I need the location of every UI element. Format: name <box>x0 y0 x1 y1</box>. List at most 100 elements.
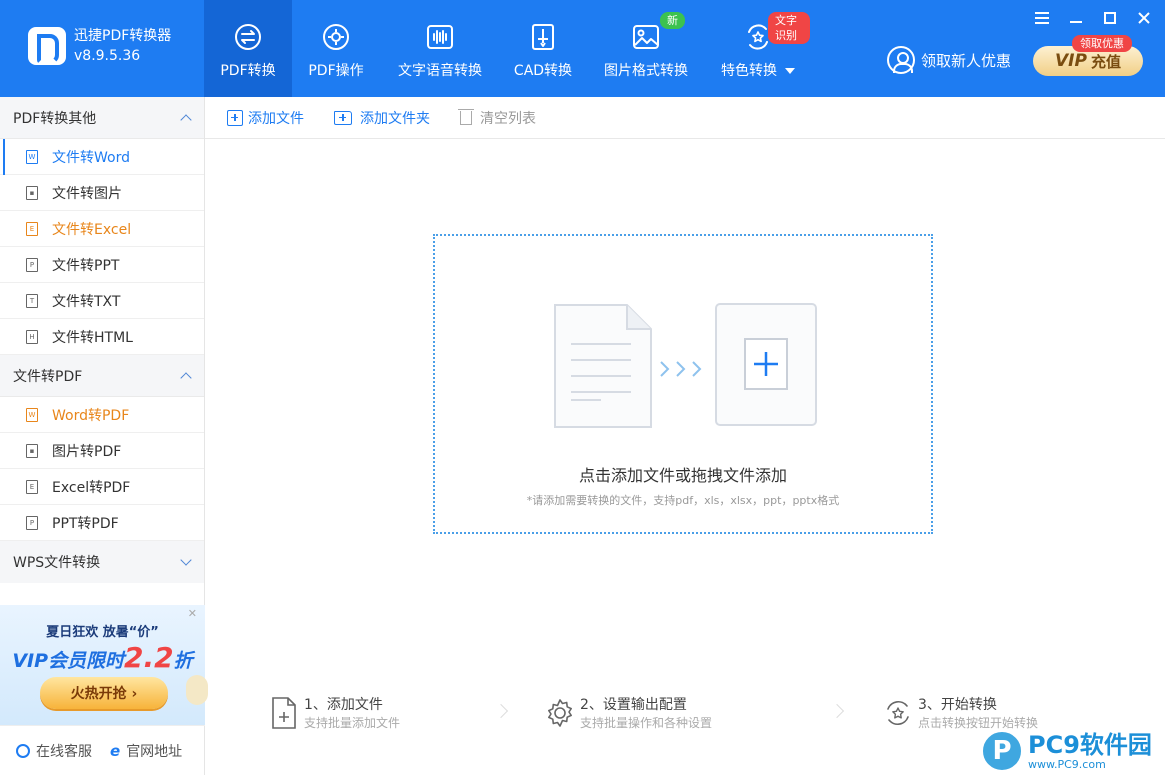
promo-grab-button[interactable]: 火热开抢 › <box>40 677 168 709</box>
online-support-link[interactable]: 在线客服 <box>16 741 92 761</box>
vip-offer-tag: 领取优惠 <box>1072 35 1132 52</box>
swap-arrows-icon <box>233 22 263 52</box>
sidebar-item-file-to-image[interactable]: ▪ 文件转图片 <box>0 175 204 211</box>
image-file-icon: ▪ <box>26 185 38 200</box>
tab-pdf-operation[interactable]: PDF操作 <box>292 0 380 97</box>
support-label: 在线客服 <box>36 743 92 760</box>
app-version: v8.9.5.36 <box>74 48 141 64</box>
sidebar-item-file-to-word[interactable]: W 文件转Word <box>0 139 204 175</box>
user-icon <box>887 46 915 74</box>
vip-recharge-label: 充值 <box>1090 52 1121 71</box>
main-nav: PDF转换 PDF操作 文字语音转换 CAD转换 新 图片格式转换 文字识别 特… <box>204 0 810 97</box>
ocr-badge: 文字识别 <box>768 12 810 44</box>
new-user-label: 领取新人优惠 <box>921 51 1012 70</box>
step-title: 3、开始转换 <box>918 697 997 713</box>
add-file-label: 添加文件 <box>248 110 304 127</box>
section-title: WPS文件转换 <box>13 555 101 571</box>
sidebar-section-pdf-other[interactable]: PDF转换其他 <box>0 97 204 139</box>
pc9-logo-mark: P <box>992 736 1012 766</box>
chevron-up-icon <box>180 371 192 384</box>
app-name: 迅捷PDF转换器 <box>74 28 172 44</box>
clear-list-button[interactable]: 清空列表 <box>458 108 536 128</box>
step-subtitle: 支持批量添加文件 <box>304 716 401 730</box>
title-bar: 迅捷PDF转换器 v8.9.5.36 PDF转换 PDF操作 文字语音转换 CA… <box>0 0 1165 97</box>
sidebar-item-label: Excel转PDF <box>52 479 131 496</box>
add-file-icon <box>227 109 243 126</box>
new-user-offer[interactable]: 领取新人优惠 <box>887 46 1011 74</box>
excel-file-icon: E <box>26 221 38 236</box>
pc9-watermark: P PC9软件园 www.PC9.com <box>980 727 1165 775</box>
image-file-icon: ▪ <box>26 443 38 458</box>
menu-icon[interactable] <box>1033 9 1051 27</box>
file-toolbar: 添加文件 添加文件夹 清空列表 <box>205 97 1165 139</box>
trash-icon <box>458 108 474 125</box>
tab-cad-convert[interactable]: CAD转换 <box>500 0 586 97</box>
tab-label: 图片格式转换 <box>604 63 688 79</box>
tab-label: CAD转换 <box>513 63 573 79</box>
word-file-icon: W <box>26 407 38 422</box>
sidebar-item-label: 文件转图片 <box>52 185 122 202</box>
sidebar-section-file-to-pdf[interactable]: 文件转PDF <box>0 355 204 397</box>
close-icon[interactable]: ✕ <box>188 607 197 620</box>
sidebar-item-label: 文件转HTML <box>52 329 133 346</box>
html-file-icon: H <box>26 329 38 344</box>
add-folder-button[interactable]: 添加文件夹 <box>334 108 430 128</box>
sidebar-item-image-to-pdf[interactable]: ▪ 图片转PDF <box>0 433 204 469</box>
window-controls <box>1033 9 1153 27</box>
sidebar-item-label: 文件转TXT <box>52 293 121 310</box>
sidebar-item-file-to-html[interactable]: H 文件转HTML <box>0 319 204 355</box>
gear-circle-icon <box>321 22 351 52</box>
tab-pdf-convert[interactable]: PDF转换 <box>204 0 292 97</box>
sidebar-item-label: 图片转PDF <box>52 443 122 460</box>
add-folder-icon <box>334 110 352 125</box>
sidebar-item-file-to-ppt[interactable]: P 文件转PPT <box>0 247 204 283</box>
sidebar-item-file-to-excel[interactable]: E 文件转Excel <box>0 211 204 247</box>
tab-feature-convert[interactable]: 文字识别 特色转换 <box>706 0 810 97</box>
step-title: 1、添加文件 <box>304 697 383 713</box>
promo-offer: VIP会员限时2.2折 <box>0 641 205 674</box>
sidebar-item-label: PPT转PDF <box>52 515 119 532</box>
tab-label: 文字语音转换 <box>398 63 482 79</box>
sidebar-item-ppt-to-pdf[interactable]: P PPT转PDF <box>0 505 204 541</box>
app-brand: 迅捷PDF转换器 v8.9.5.36 <box>28 26 171 66</box>
file-drop-zone[interactable]: 点击添加文件或拖拽文件添加 *请添加需要转换的文件，支持pdf，xls，xlsx… <box>433 234 933 534</box>
minimize-icon[interactable] <box>1067 9 1085 27</box>
official-site-link[interactable]: e 官网地址 <box>110 741 182 761</box>
promo-banner[interactable]: ✕ 夏日狂欢 放暑“价” VIP会员限时2.2折 火热开抢 › <box>0 605 208 725</box>
close-icon[interactable] <box>1135 9 1153 27</box>
sidebar-item-label: 文件转Word <box>52 149 130 166</box>
sidebar-item-word-to-pdf[interactable]: W Word转PDF <box>0 397 204 433</box>
add-file-button[interactable]: 添加文件 <box>227 108 304 128</box>
sidebar-item-label: 文件转Excel <box>52 221 132 238</box>
sidebar: PDF转换其他 W 文件转Word ▪ 文件转图片 E 文件转Excel P 文… <box>0 97 208 775</box>
promo-headline: 夏日狂欢 放暑“价” <box>46 625 159 640</box>
drop-zone-title: 点击添加文件或拖拽文件添加 <box>578 466 787 485</box>
tab-image-format[interactable]: 新 图片格式转换 <box>586 0 706 97</box>
sidebar-item-file-to-txt[interactable]: T 文件转TXT <box>0 283 204 319</box>
maximize-icon[interactable] <box>1101 9 1119 27</box>
chevron-up-icon <box>180 113 192 126</box>
sidebar-item-excel-to-pdf[interactable]: E Excel转PDF <box>0 469 204 505</box>
ppt-file-icon: P <box>26 257 38 272</box>
chevron-down-icon <box>180 554 192 566</box>
add-document-icon <box>272 697 296 729</box>
section-title: PDF转换其他 <box>13 110 97 127</box>
voice-wave-icon <box>425 22 455 52</box>
cad-doc-icon <box>528 22 558 52</box>
vip-label: VIP <box>1055 51 1087 71</box>
step-subtitle: 支持批量操作和各种设置 <box>580 716 713 730</box>
ppt-file-icon: P <box>26 515 38 530</box>
promo-offer-suffix: 折 <box>173 650 193 672</box>
chevron-right-icon <box>829 703 845 719</box>
step-add-file: 1、添加文件 支持批量添加文件 <box>270 696 400 732</box>
drop-zone-hint: *请添加需要转换的文件，支持pdf，xls，xlsx，ppt，pptx格式 <box>526 494 840 507</box>
star-sync-icon <box>887 700 909 726</box>
watermark-title: PC9软件园 <box>1028 730 1152 759</box>
gear-icon <box>548 699 572 727</box>
tab-label: 特色转换 <box>721 63 777 79</box>
section-title: 文件转PDF <box>13 368 83 385</box>
chevron-down-icon <box>785 68 795 74</box>
tab-text-voice[interactable]: 文字语音转换 <box>380 0 500 97</box>
image-icon <box>631 22 661 52</box>
sidebar-section-wps[interactable]: WPS文件转换 <box>0 541 204 583</box>
